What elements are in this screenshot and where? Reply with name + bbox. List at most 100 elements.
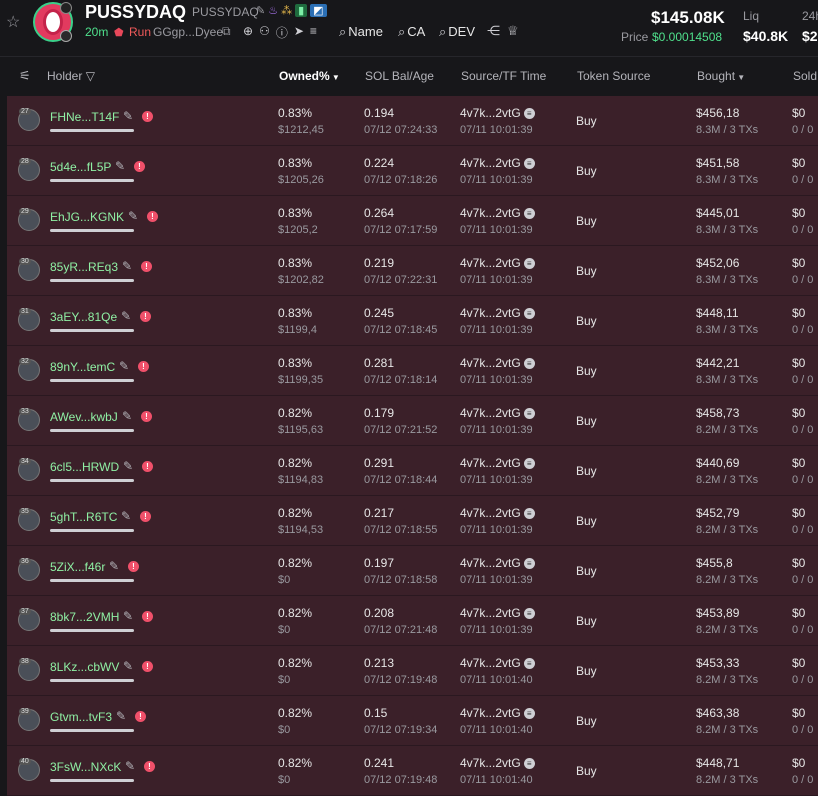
sold-value: $0 — [792, 256, 806, 270]
holder-address[interactable]: 8LKz...cbWV — [50, 660, 119, 674]
bought-detail: 8.2M / 3 TXs — [696, 724, 759, 736]
table-row[interactable]: 34 6cl5...HRWD ✎ ! 0.82% $1194,83 0.291 … — [7, 446, 818, 496]
edit-icon[interactable]: ✎ — [123, 609, 133, 623]
holder-address[interactable]: 85yR...REq3 — [50, 260, 118, 274]
table-row[interactable]: 35 5ghT...R6TC ✎ ! 0.82% $1194,53 0.217 … — [7, 496, 818, 546]
edit-icon[interactable]: ✎ — [125, 759, 135, 773]
table-row[interactable]: 29 EhJG...KGNK ✎ ! 0.83% $1205,2 0.264 0… — [7, 196, 818, 246]
edit-icon[interactable]: ✎ — [109, 559, 119, 573]
sliders-icon[interactable]: ⚟ — [19, 68, 31, 84]
holder-address[interactable]: 6cl5...HRWD — [50, 460, 119, 474]
rank-badge: 28 — [19, 158, 31, 165]
sol-balance: 0.194 — [364, 106, 395, 120]
owned-percent: 0.82% — [278, 606, 313, 620]
search-ca-button[interactable]: ⌕ CA — [398, 24, 425, 40]
holder-address[interactable]: Gtvm...tvF3 — [50, 710, 112, 724]
source-address[interactable]: 4v7k...2vtG ≡ — [460, 356, 535, 370]
source-address[interactable]: 4v7k...2vtG ≡ — [460, 656, 535, 670]
table-row[interactable]: 30 85yR...REq3 ✎ ! 0.83% $1202,82 0.219 … — [7, 246, 818, 296]
source-address[interactable]: 4v7k...2vtG ≡ — [460, 706, 535, 720]
edit-icon[interactable]: ✎ — [128, 209, 138, 223]
rank-badge: 30 — [19, 258, 31, 265]
filter-icon[interactable]: ▽ — [82, 69, 95, 83]
holder-address[interactable]: 89nY...temC — [50, 360, 115, 374]
holder-address[interactable]: 5d4e...fL5P — [50, 160, 111, 174]
rank-badge: 33 — [19, 408, 31, 415]
table-row[interactable]: 36 5ZiX...f46r ✎ ! 0.82% $0 0.197 07/12 … — [7, 546, 818, 596]
share-icon[interactable]: ⋲ — [487, 23, 500, 39]
edit-icon[interactable]: ✎ — [119, 359, 129, 373]
source-address[interactable]: 4v7k...2vtG ≡ — [460, 606, 535, 620]
menu-icon[interactable]: ≡ — [310, 24, 317, 41]
col-token-source[interactable]: Token Source — [577, 69, 650, 83]
bought-detail: 8.2M / 3 TXs — [696, 624, 759, 636]
edit-icon[interactable]: ✎ — [121, 309, 131, 323]
copy-icon[interactable]: ⧉ — [222, 24, 231, 39]
col-owned[interactable]: Owned% ▼ — [279, 69, 340, 83]
holder-address[interactable]: 3aEY...81Qe — [50, 310, 117, 324]
col-sold[interactable]: Sold — [793, 69, 817, 83]
edit-icon[interactable]: ✎ — [123, 659, 133, 673]
table-row[interactable]: 37 8bk7...2VMH ✎ ! 0.82% $0 0.208 07/12 … — [7, 596, 818, 646]
source-address[interactable]: 4v7k...2vtG ≡ — [460, 406, 535, 420]
sol-balance: 0.291 — [364, 456, 395, 470]
bought-value: $451,58 — [696, 156, 740, 170]
source-address[interactable]: 4v7k...2vtG ≡ — [460, 306, 535, 320]
owned-usd: $1194,53 — [278, 524, 324, 536]
holder-address[interactable]: 3FsW...NXcK — [50, 760, 121, 774]
bought-value: $456,18 — [696, 106, 740, 120]
col-bought[interactable]: Bought ▼ — [697, 69, 745, 83]
table-row[interactable]: 33 AWev...kwbJ ✎ ! 0.82% $1195,63 0.179 … — [7, 396, 818, 446]
source-address[interactable]: 4v7k...2vtG ≡ — [460, 206, 535, 220]
search-icon: ⌕ — [439, 24, 447, 39]
edit-icon[interactable]: ✎ — [115, 159, 125, 173]
source-icon: ≡ — [523, 158, 535, 170]
holder-address[interactable]: 5ghT...R6TC — [50, 510, 117, 524]
run-label: Run — [129, 25, 152, 39]
warning-icon: ! — [142, 111, 153, 122]
edit-icon[interactable]: ✎ — [122, 409, 132, 423]
edit-icon[interactable]: ✎ — [122, 259, 132, 273]
holder-address[interactable]: 8bk7...2VMH — [50, 610, 119, 624]
table-row[interactable]: 40 3FsW...NXcK ✎ ! 0.82% $0 0.241 07/12 … — [7, 746, 818, 796]
token-header: ☆ PUSSYDAQ PUSSYDAQ ✎ ♨ ⁂ ▮ ◩ 20m ⬟ Run … — [0, 0, 818, 57]
holder-address[interactable]: FHNe...T14F — [50, 110, 119, 124]
search-name-button[interactable]: ⌕ Name — [339, 24, 383, 40]
alert-icon[interactable]: ⓘ — [276, 24, 288, 41]
edit-icon[interactable]: ✎ — [123, 459, 133, 473]
source-address[interactable]: 4v7k...2vtG ≡ — [460, 106, 535, 120]
globe-icon[interactable]: ⊕ — [243, 24, 253, 41]
source-address[interactable]: 4v7k...2vtG ≡ — [460, 156, 535, 170]
source-address[interactable]: 4v7k...2vtG ≡ — [460, 506, 535, 520]
holder-address[interactable]: AWev...kwbJ — [50, 410, 118, 424]
table-row[interactable]: 27 FHNe...T14F ✎ ! 0.83% $1212,45 0.194 … — [7, 96, 818, 146]
source-address[interactable]: 4v7k...2vtG ≡ — [460, 256, 535, 270]
sold-value: $0 — [792, 106, 806, 120]
table-row[interactable]: 31 3aEY...81Qe ✎ ! 0.83% $1199,4 0.245 0… — [7, 296, 818, 346]
table-row[interactable]: 32 89nY...temC ✎ ! 0.83% $1199,35 0.281 … — [7, 346, 818, 396]
bought-value: $453,33 — [696, 656, 740, 670]
source-address[interactable]: 4v7k...2vtG ≡ — [460, 556, 535, 570]
source-address[interactable]: 4v7k...2vtG ≡ — [460, 756, 535, 770]
table-row[interactable]: 39 Gtvm...tvF3 ✎ ! 0.82% $0 0.15 07/12 0… — [7, 696, 818, 746]
star-icon[interactable]: ☆ — [6, 12, 20, 32]
col-sol[interactable]: SOL Bal/Age — [365, 69, 434, 83]
sol-balance: 0.217 — [364, 506, 395, 520]
search-dev-button[interactable]: ⌕ DEV — [439, 24, 475, 40]
edit-icon[interactable]: ✎ — [121, 509, 131, 523]
table-row[interactable]: 28 5d4e...fL5P ✎ ! 0.83% $1205,26 0.224 … — [7, 146, 818, 196]
sol-age: 07/12 07:19:34 — [364, 724, 438, 736]
holder-address[interactable]: 5ZiX...f46r — [50, 560, 105, 574]
edit-icon[interactable]: ✎ — [256, 4, 265, 17]
col-holder[interactable]: Holder ▽ — [47, 69, 95, 83]
edit-icon[interactable]: ✎ — [116, 709, 126, 723]
crown-icon[interactable]: ♕ — [507, 23, 519, 39]
edit-icon[interactable]: ✎ — [123, 109, 133, 123]
col-source[interactable]: Source/TF Time — [461, 69, 546, 83]
telegram-icon[interactable]: ➤ — [294, 24, 304, 41]
sold-value: $0 — [792, 506, 806, 520]
user-icon[interactable]: ⚇ — [259, 24, 270, 41]
source-address[interactable]: 4v7k...2vtG ≡ — [460, 456, 535, 470]
table-row[interactable]: 38 8LKz...cbWV ✎ ! 0.82% $0 0.213 07/12 … — [7, 646, 818, 696]
holder-address[interactable]: EhJG...KGNK — [50, 210, 124, 224]
